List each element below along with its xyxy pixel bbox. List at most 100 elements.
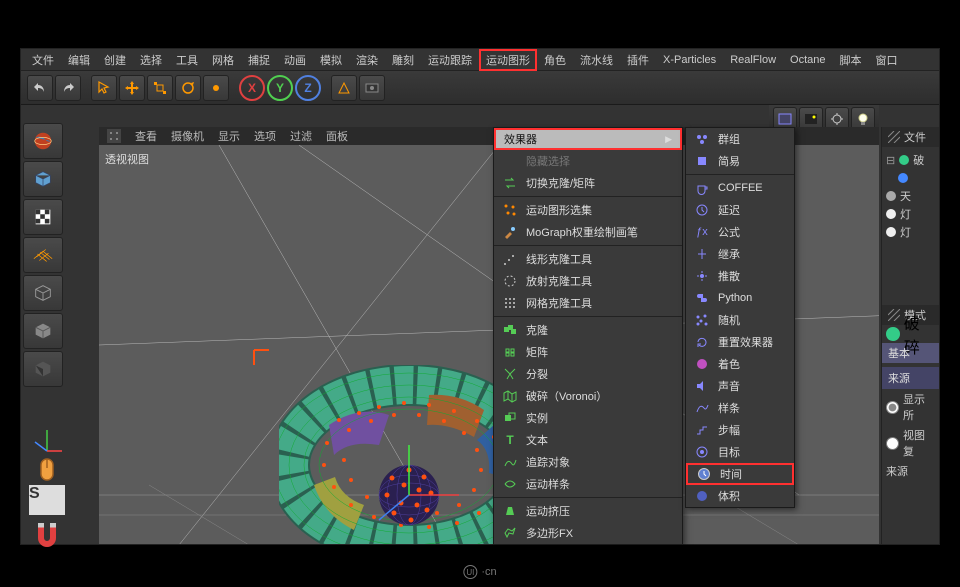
radial-clone-item[interactable]: 放射克隆工具 xyxy=(494,270,682,292)
fracture-item[interactable]: 分裂 xyxy=(494,363,682,385)
last-tool[interactable] xyxy=(203,75,229,101)
hatch-icon xyxy=(888,131,900,143)
reeffector-item[interactable]: 重置效果器 xyxy=(686,331,794,353)
move-tool[interactable] xyxy=(119,75,145,101)
menu-create[interactable]: 创建 xyxy=(97,49,133,71)
menu-sculpt[interactable]: 雕刻 xyxy=(385,49,421,71)
coord-system-button[interactable] xyxy=(331,75,357,101)
radio-show[interactable]: 显示所 xyxy=(882,389,939,425)
mouse-icon[interactable] xyxy=(29,453,65,483)
cube-dark-icon[interactable] xyxy=(23,351,63,387)
menu-simulate[interactable]: 模拟 xyxy=(313,49,349,71)
tree-row-light1[interactable]: 灯 xyxy=(886,205,935,223)
radio-view[interactable]: 视图复 xyxy=(882,425,939,461)
menu-character[interactable]: 角色 xyxy=(537,49,573,71)
redo-button[interactable] xyxy=(55,75,81,101)
menu-edit[interactable]: 编辑 xyxy=(61,49,97,71)
python-effector-item[interactable]: Python xyxy=(686,287,794,309)
text-item[interactable]: T文本 xyxy=(494,429,682,451)
linear-clone-item[interactable]: 线形克隆工具 xyxy=(494,248,682,270)
target-effector-item[interactable]: 目标 xyxy=(686,441,794,463)
tree-row-sky[interactable]: 天 xyxy=(886,187,935,205)
instance-item[interactable]: 实例 xyxy=(494,407,682,429)
axis-icon[interactable] xyxy=(29,421,65,451)
plain-effector-item[interactable]: 简易 xyxy=(686,150,794,172)
tree-row-voronoi[interactable]: ⊟破 xyxy=(886,151,935,169)
object-tree[interactable]: ⊟破 天 灯 灯 xyxy=(882,147,939,245)
menu-motion-tracker[interactable]: 运动跟踪 xyxy=(421,49,479,71)
scale-tool[interactable] xyxy=(147,75,173,101)
random-effector-item[interactable]: 随机 xyxy=(686,309,794,331)
extrude-icon xyxy=(502,503,518,519)
voronoi-item[interactable]: 破碎（Voronoi） xyxy=(494,385,682,407)
globe-icon[interactable] xyxy=(23,123,63,159)
vp-menu-filter[interactable]: 过滤 xyxy=(290,128,312,144)
vp-menu-display[interactable]: 显示 xyxy=(218,128,240,144)
coffee-effector-item[interactable]: COFFEE xyxy=(686,177,794,199)
tree-row-sphere[interactable] xyxy=(886,169,935,187)
light-tree-icon xyxy=(886,227,896,237)
menu-realflow[interactable]: RealFlow xyxy=(723,51,783,69)
cube-outline-icon[interactable] xyxy=(23,275,63,311)
mospline-item[interactable]: 运动样条 xyxy=(494,473,682,495)
push-effector-item[interactable]: 推散 xyxy=(686,265,794,287)
snap-s-icon[interactable]: S xyxy=(29,485,65,515)
vp-menu-view[interactable]: 查看 xyxy=(135,128,157,144)
sound-effector-item[interactable]: 声音 xyxy=(686,375,794,397)
cube-icon[interactable] xyxy=(23,161,63,197)
cube-solid-icon[interactable] xyxy=(23,313,63,349)
step-effector-item[interactable]: 步幅 xyxy=(686,419,794,441)
vp-menu-options[interactable]: 选项 xyxy=(254,128,276,144)
tree-row-light2[interactable]: 灯 xyxy=(886,223,935,241)
select-tool[interactable] xyxy=(91,75,117,101)
axis-y-toggle[interactable]: Y xyxy=(267,75,293,101)
moextrude-item[interactable]: 运动挤压 xyxy=(494,500,682,522)
group-effector-item[interactable]: 群组 xyxy=(686,128,794,150)
time-effector-item[interactable]: 时间 xyxy=(686,463,794,485)
menu-mesh[interactable]: 网格 xyxy=(205,49,241,71)
spline-effector-item[interactable]: 样条 xyxy=(686,397,794,419)
menu-mograph[interactable]: 运动图形 xyxy=(479,49,537,71)
vp-menu-panel[interactable]: 面板 xyxy=(326,128,348,144)
checker-icon[interactable] xyxy=(23,199,63,235)
rotate-tool[interactable] xyxy=(175,75,201,101)
axis-z-toggle[interactable]: Z xyxy=(295,75,321,101)
grid-icon[interactable] xyxy=(23,237,63,273)
matrix-item[interactable]: 矩阵 xyxy=(494,341,682,363)
menu-animate[interactable]: 动画 xyxy=(277,49,313,71)
menu-xparticles[interactable]: X-Particles xyxy=(656,51,723,69)
menu-octane[interactable]: Octane xyxy=(783,51,832,69)
weight-brush-item[interactable]: MoGraph权重绘制画笔 xyxy=(494,221,682,243)
tracer-item[interactable]: 追踪对象 xyxy=(494,451,682,473)
volume-effector-item[interactable]: 体积 xyxy=(686,485,794,507)
menu-plugins[interactable]: 插件 xyxy=(620,49,656,71)
menu-bar: 文件 编辑 创建 选择 工具 网格 捕捉 动画 模拟 渲染 雕刻 运动跟踪 运动… xyxy=(21,49,939,71)
menu-render[interactable]: 渲染 xyxy=(349,49,385,71)
object-manager-tab[interactable]: 文件 xyxy=(882,127,939,147)
delay-effector-item[interactable]: 延迟 xyxy=(686,199,794,221)
magnet-icon[interactable] xyxy=(29,517,65,547)
undo-button[interactable] xyxy=(27,75,53,101)
attribute-manager: 模式 破碎 基本 来源 显示所 视图复 来源 xyxy=(882,305,939,481)
formula-effector-item[interactable]: ƒx公式 xyxy=(686,221,794,243)
moselection-item[interactable]: 运动图形选集 xyxy=(494,199,682,221)
render-view-button[interactable] xyxy=(359,75,385,101)
effector-submenu-item[interactable]: 效果器▶ xyxy=(494,128,682,150)
cloner-item[interactable]: 克隆 xyxy=(494,319,682,341)
menu-window[interactable]: 窗口 xyxy=(869,49,905,71)
vp-menu-camera[interactable]: 摄像机 xyxy=(171,128,204,144)
menu-pipeline[interactable]: 流水线 xyxy=(573,49,620,71)
axis-x-toggle[interactable]: X xyxy=(239,75,265,101)
inherit-effector-item[interactable]: 继承 xyxy=(686,243,794,265)
grid-clone-item[interactable]: 网格克隆工具 xyxy=(494,292,682,314)
voronoi-icon xyxy=(502,388,518,404)
menu-file[interactable]: 文件 xyxy=(25,49,61,71)
hide-selection-item: 隐藏选择 xyxy=(494,150,682,172)
menu-tools[interactable]: 工具 xyxy=(169,49,205,71)
menu-script[interactable]: 脚本 xyxy=(833,49,869,71)
swap-clone-item[interactable]: 切换克隆/矩阵 xyxy=(494,172,682,194)
menu-snap[interactable]: 捕捉 xyxy=(241,49,277,71)
shader-effector-item[interactable]: 着色 xyxy=(686,353,794,375)
menu-select[interactable]: 选择 xyxy=(133,49,169,71)
polyfx-item[interactable]: 多边形FX xyxy=(494,522,682,544)
